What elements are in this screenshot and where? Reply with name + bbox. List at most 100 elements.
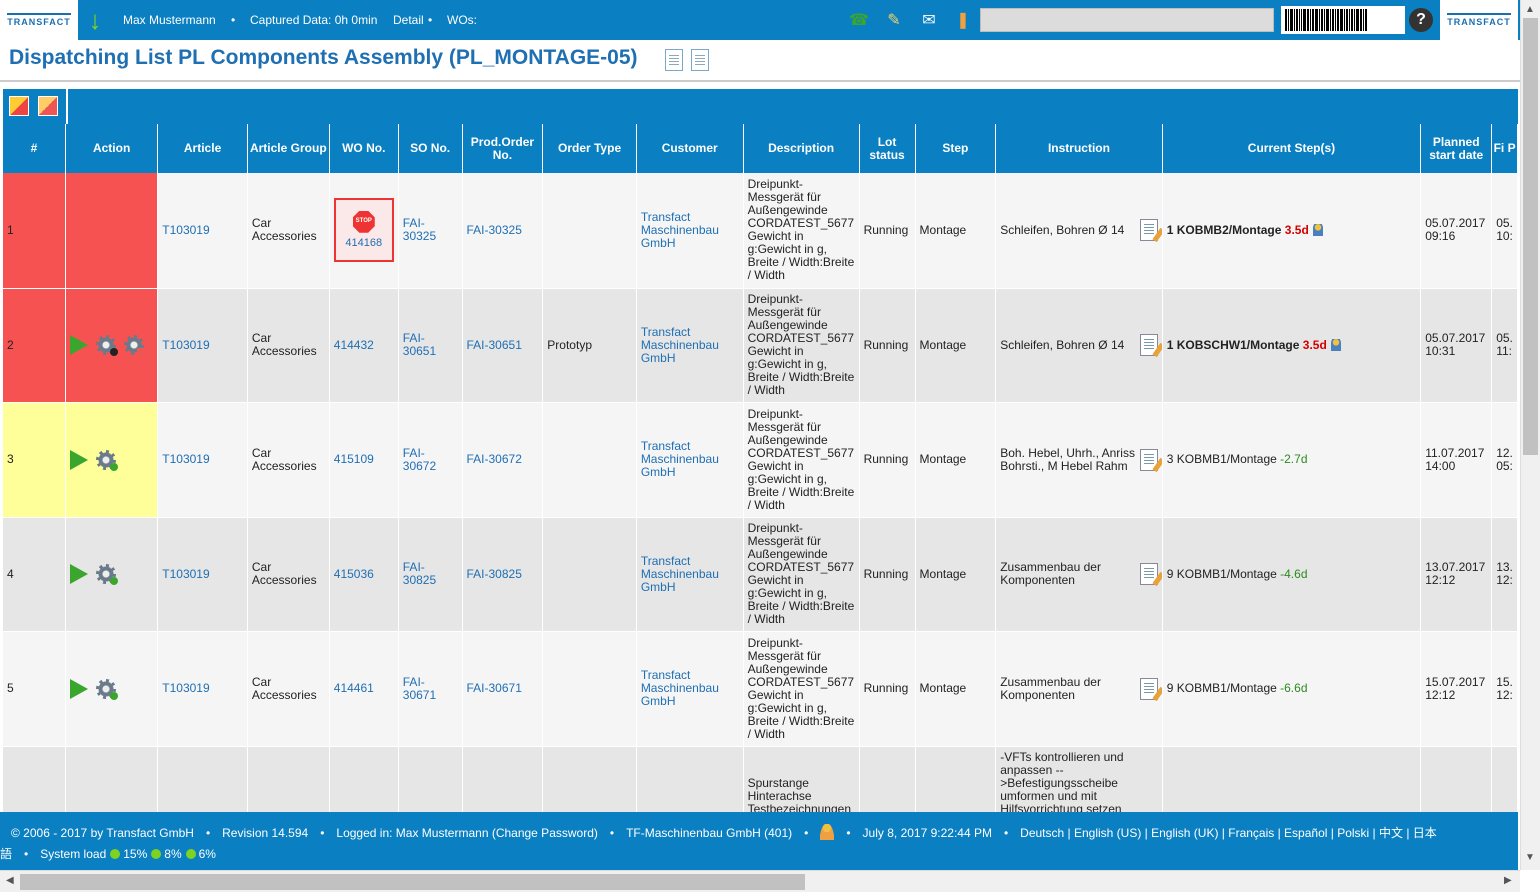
play-icon[interactable] (69, 564, 88, 584)
prod-order-link[interactable]: FAI-30825 (462, 517, 544, 632)
customer-link[interactable]: Transfact Maschinenbau GmbH (636, 288, 744, 403)
so-link[interactable]: FAI-30651 (398, 288, 463, 403)
gear-stop-icon[interactable] (123, 335, 146, 356)
table-row[interactable]: 3 T103019 Car Accessories 415109 FAI-306… (3, 402, 1518, 518)
scroll-up-icon[interactable]: ▲ (1525, 4, 1535, 15)
table-row[interactable]: 4 T103019 Car Accessories 415036 FAI-308… (3, 517, 1518, 632)
wo-link[interactable]: 415036 (329, 517, 399, 632)
scroll-down-icon[interactable]: ▼ (1525, 852, 1535, 863)
gear-icon[interactable] (95, 678, 118, 700)
step: Montage (915, 631, 997, 747)
article-link[interactable]: T103019 (157, 402, 248, 518)
play-icon[interactable] (69, 678, 88, 699)
edit-note-icon[interactable] (1139, 219, 1158, 242)
vertical-scrollbar[interactable]: ▲ ▼ (1520, 0, 1540, 870)
article-link[interactable]: T103019 (157, 631, 248, 747)
edit-note-icon[interactable] (1139, 448, 1158, 471)
edit-note-icon[interactable] (1139, 563, 1158, 585)
col-finish[interactable]: Fi P (1491, 124, 1518, 173)
play-icon[interactable] (69, 335, 88, 355)
remove-columns-icon[interactable] (38, 96, 58, 116)
logged-in[interactable]: Logged in: Max Mustermann (Change Passwo… (336, 826, 597, 840)
dispatch-table-wrapper[interactable]: # Action Article Article Group WO No. SO… (3, 124, 1518, 812)
table-row[interactable]: 1 T103019 Car Accessories STOP 414168 FA… (3, 173, 1518, 289)
col-prod-order[interactable]: Prod.Order No. (462, 124, 544, 173)
customer-link[interactable] (636, 746, 744, 812)
person-icon[interactable] (1330, 338, 1341, 351)
user-icon[interactable] (820, 824, 835, 840)
customer-link[interactable]: Transfact Maschinenbau GmbH (636, 517, 744, 632)
col-so-no[interactable]: SO No. (398, 124, 463, 173)
col-lot-status[interactable]: Lot status (859, 124, 916, 173)
table-row[interactable]: 2 T103019 Car Accessories 414432 FAI-306… (3, 288, 1518, 403)
horizontal-scroll-thumb[interactable] (20, 874, 805, 890)
gear-icon[interactable] (95, 564, 118, 585)
edit-columns-icon[interactable] (9, 96, 29, 116)
customer-link[interactable]: Transfact Maschinenbau GmbH (636, 402, 744, 518)
help-icon[interactable]: ? (1409, 8, 1433, 32)
current-steps: 1 KOBMB2/Montage 3.5d (1162, 173, 1422, 289)
document-icon[interactable] (665, 49, 683, 71)
article-link[interactable]: T103019 (157, 173, 248, 289)
message-icon[interactable]: ✉ (918, 9, 940, 31)
transfact-logo[interactable]: TRANSFACT (0, 0, 78, 40)
wo-link[interactable]: 415109 (329, 402, 399, 518)
wo-link[interactable]: 414461 (329, 631, 399, 747)
col-num[interactable]: # (3, 124, 66, 173)
so-link[interactable]: FAI-30672 (398, 402, 463, 518)
article-link[interactable]: T103019 (157, 517, 248, 632)
prod-order-link[interactable]: FAI-30651 (462, 288, 544, 403)
person-icon[interactable] (1312, 223, 1323, 236)
vertical-scroll-thumb[interactable] (1523, 18, 1538, 455)
scroll-right-icon[interactable]: ▶ (1504, 875, 1512, 886)
edit-note-icon[interactable] (1139, 334, 1158, 356)
play-icon[interactable] (69, 449, 88, 470)
language-links[interactable]: Deutsch | English (US) | English (UK) | … (1020, 826, 1437, 840)
gear-icon[interactable] (95, 449, 118, 471)
language-wrap[interactable]: 語 (0, 847, 12, 861)
col-planned-start[interactable]: Planned start date (1420, 124, 1493, 173)
wo-link[interactable]: 414432 (329, 288, 399, 403)
gear-plug-icon[interactable] (95, 335, 118, 356)
so-link[interactable]: FAI-30325 (398, 173, 463, 289)
col-order-type[interactable]: Order Type (542, 124, 637, 173)
article-link[interactable] (157, 746, 248, 812)
bookmark-icon[interactable]: ❚ (952, 9, 974, 31)
download-arrow-icon[interactable]: ↓ (84, 5, 106, 35)
customer-link[interactable]: Transfact Maschinenbau GmbH (636, 631, 744, 747)
prod-order-link[interactable] (462, 746, 544, 812)
article-link[interactable]: T103019 (157, 288, 248, 403)
edit-note-icon[interactable] (1139, 677, 1158, 700)
col-current-steps[interactable]: Current Step(s) (1162, 124, 1422, 173)
phone-icon[interactable]: ☎ (848, 9, 870, 31)
col-wo-no[interactable]: WO No. (329, 124, 399, 173)
prod-order-link[interactable]: FAI-30325 (462, 173, 544, 289)
search-input[interactable] (980, 8, 1274, 32)
wo-stopped-box[interactable]: STOP 414168 (333, 198, 394, 263)
customer-link[interactable]: Transfact Maschinenbau GmbH (636, 173, 744, 289)
prod-order-link[interactable]: FAI-30672 (462, 402, 544, 518)
so-link[interactable]: FAI-30825 (398, 517, 463, 632)
planned-start: 15.07.2017 12:12 (1420, 631, 1493, 747)
table-row[interactable]: 5 T103019 Car Accessories 414461 FAI-306… (3, 631, 1518, 747)
detail-link[interactable]: Detail (393, 13, 424, 27)
barcode-icon[interactable] (1281, 6, 1405, 34)
wo-link[interactable] (329, 746, 399, 812)
document-list-icon[interactable] (691, 49, 709, 71)
prod-order-link[interactable]: FAI-30671 (462, 631, 544, 747)
col-step[interactable]: Step (915, 124, 997, 173)
so-link[interactable] (398, 746, 463, 812)
notepad-icon[interactable]: ✎ (883, 9, 905, 31)
col-customer[interactable]: Customer (636, 124, 744, 173)
col-instruction[interactable]: Instruction (995, 124, 1163, 173)
user-name[interactable]: Max Mustermann (123, 13, 216, 27)
scroll-left-icon[interactable]: ◀ (6, 875, 14, 886)
col-action[interactable]: Action (65, 124, 159, 173)
table-row[interactable]: Spurstange Hinterachse Testbezeichnungen… (3, 746, 1518, 812)
col-article-group[interactable]: Article Group (247, 124, 330, 173)
col-article[interactable]: Article (157, 124, 248, 173)
wo-link[interactable]: 414168 (345, 237, 382, 250)
horizontal-scrollbar[interactable]: ◀ ▶ (0, 870, 1520, 892)
col-description[interactable]: Description (743, 124, 860, 173)
so-link[interactable]: FAI-30671 (398, 631, 463, 747)
